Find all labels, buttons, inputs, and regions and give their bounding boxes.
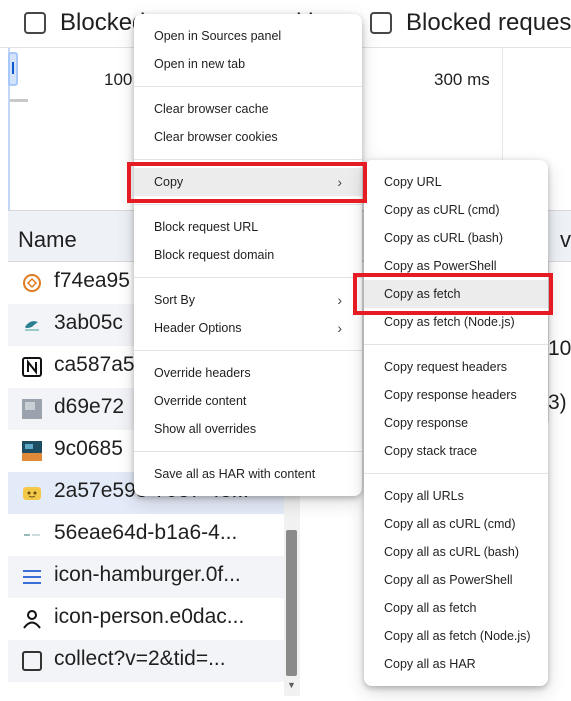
menu-item-copy-all-fetch[interactable]: Copy all as fetch (364, 594, 548, 622)
menu-item-override-headers[interactable]: Override headers (134, 359, 362, 387)
menu-item-copy-curl-cmd[interactable]: Copy as cURL (cmd) (364, 196, 548, 224)
column-header-name[interactable]: Name (18, 227, 77, 253)
gray-square-image-icon (22, 399, 42, 419)
request-name: 56eae64d-b1a6-4... (54, 521, 238, 544)
request-name: 9c0685 (54, 437, 123, 460)
menu-item-block-url[interactable]: Block request URL (134, 213, 362, 241)
blocked-requests-checkbox[interactable] (370, 12, 392, 34)
menu-separator (134, 451, 362, 452)
menu-separator (134, 204, 362, 205)
submenu-arrow-icon: › (337, 174, 342, 190)
hamburger-icon (23, 570, 41, 584)
request-name: collect?v=2&tid=... (54, 647, 226, 670)
menu-item-sort-by-label: Sort By (154, 293, 195, 307)
table-row[interactable]: 56eae64d-b1a6-4... (8, 514, 288, 556)
menu-item-copy-powershell[interactable]: Copy as PowerShell (364, 252, 548, 280)
blocked-requests-label: Blocked requests (406, 9, 571, 36)
menu-item-copy-curl-bash[interactable]: Copy as cURL (bash) (364, 224, 548, 252)
request-name: icon-hamburger.0f... (54, 563, 241, 586)
menu-item-copy-all-urls[interactable]: Copy all URLs (364, 482, 548, 510)
menu-separator (364, 344, 548, 345)
context-menu: Open in Sources panel Open in new tab Cl… (134, 14, 362, 496)
menu-item-copy-response[interactable]: Copy response (364, 409, 548, 437)
menu-separator (364, 473, 548, 474)
menu-item-copy[interactable]: Copy › (134, 168, 362, 196)
submenu-arrow-icon: › (337, 292, 342, 308)
menu-item-copy-all-powershell[interactable]: Copy all as PowerShell (364, 566, 548, 594)
menu-item-show-all-overrides[interactable]: Show all overrides (134, 415, 362, 443)
request-name: f74ea95 (54, 269, 130, 292)
orange-circle-favicon-icon (23, 274, 41, 292)
notion-logo-icon (22, 357, 42, 377)
menu-item-header-options[interactable]: Header Options › (134, 314, 362, 342)
teal-bird-favicon-icon (25, 321, 39, 331)
menu-separator (134, 86, 362, 87)
scrollbar-thumb[interactable] (286, 530, 297, 676)
request-name: d69e72 (54, 395, 125, 418)
menu-item-copy-fetch[interactable]: Copy as fetch (364, 280, 548, 308)
column-header-fragment[interactable]: vie (560, 227, 571, 253)
request-name: icon-person.e0dac... (54, 605, 245, 628)
overview-tick-300ms: 300 ms (434, 70, 490, 89)
thumbnail-image-icon (22, 441, 42, 461)
menu-item-sort-by[interactable]: Sort By › (134, 286, 362, 314)
menu-item-copy-url[interactable]: Copy URL (364, 168, 548, 196)
column-divider (548, 262, 549, 422)
menu-item-open-in-sources[interactable]: Open in Sources panel (134, 22, 362, 50)
row-right-cell: 3) (548, 391, 567, 414)
menu-item-copy-label: Copy (154, 175, 184, 189)
menu-item-copy-all-har[interactable]: Copy all as HAR (364, 650, 548, 678)
submenu-arrow-icon: › (337, 320, 342, 336)
menu-item-header-options-label: Header Options (154, 321, 242, 335)
menu-item-copy-stack-trace[interactable]: Copy stack trace (364, 437, 548, 465)
table-row[interactable]: icon-hamburger.0f... (8, 556, 288, 598)
scroll-down-arrow-icon[interactable]: ▼ (287, 680, 296, 690)
menu-item-copy-response-headers[interactable]: Copy response headers (364, 381, 548, 409)
menu-item-copy-request-headers[interactable]: Copy request headers (364, 353, 548, 381)
menu-item-block-domain[interactable]: Block request domain (134, 241, 362, 269)
table-row[interactable]: icon-person.e0dac... (8, 598, 288, 640)
menu-item-open-new-tab[interactable]: Open in new tab (134, 50, 362, 78)
overview-bar (10, 99, 28, 102)
request-name: 3ab05c (54, 311, 123, 334)
request-name: ca587a5 (54, 353, 135, 376)
person-icon (23, 610, 41, 629)
small-dash-image-icon (24, 534, 40, 536)
menu-item-copy-all-curl-cmd[interactable]: Copy all as cURL (cmd) (364, 510, 548, 538)
menu-item-copy-all-curl-bash[interactable]: Copy all as cURL (bash) (364, 538, 548, 566)
menu-item-clear-cookies[interactable]: Clear browser cookies (134, 123, 362, 151)
overview-drag-handle[interactable] (8, 52, 18, 86)
menu-item-override-content[interactable]: Override content (134, 387, 362, 415)
menu-item-save-har[interactable]: Save all as HAR with content (134, 460, 362, 488)
menu-item-copy-all-fetch-node[interactable]: Copy all as fetch (Node.js) (364, 622, 548, 650)
menu-item-copy-fetch-node[interactable]: Copy as fetch (Node.js) (364, 308, 548, 336)
table-row[interactable]: collect?v=2&tid=... (8, 640, 288, 682)
blocked-response-cookies-checkbox[interactable] (24, 12, 46, 34)
menu-separator (134, 159, 362, 160)
menu-item-clear-cache[interactable]: Clear browser cache (134, 95, 362, 123)
copy-submenu: Copy URL Copy as cURL (cmd) Copy as cURL… (364, 160, 548, 686)
yellow-emoji-icon (23, 487, 41, 500)
row-right-cell: 10 (548, 337, 571, 360)
menu-separator (134, 277, 362, 278)
menu-separator (134, 350, 362, 351)
checkbox-outline-icon (22, 651, 42, 671)
